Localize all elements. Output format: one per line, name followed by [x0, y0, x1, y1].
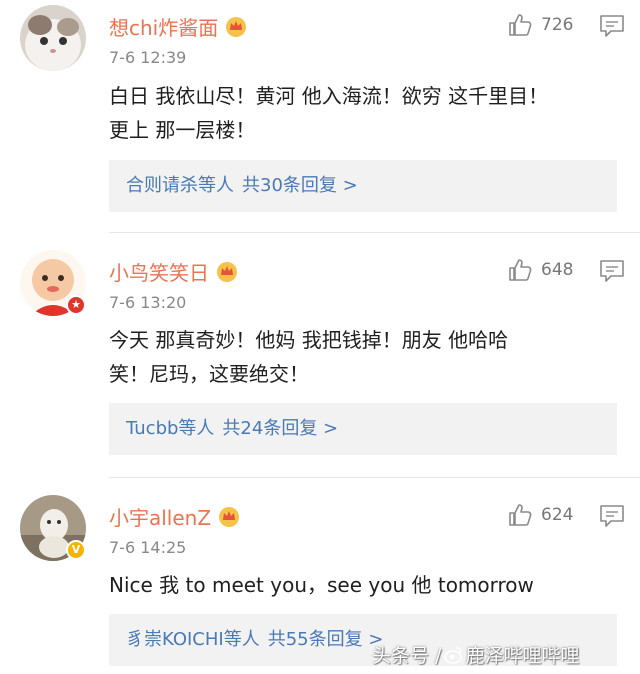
reply-comment-icon[interactable] [599, 504, 625, 528]
comment-item: 想chi炸酱面 7-6 12:39 726 白日 我依山尽！黄河 他入海流！欲穷… [0, 0, 640, 232]
watermark: 头条号 / 鹿泽哔哩哔哩 [372, 645, 580, 667]
like-count: 726 [541, 15, 574, 35]
vip-crown-icon [219, 507, 240, 527]
vip-crown-icon [217, 262, 237, 282]
like-button[interactable]: 648 [507, 257, 573, 283]
weibo-logo-icon [444, 647, 463, 664]
comment-time: 7-6 13:20 [109, 293, 187, 312]
reply-count-link[interactable]: 共24条回复 > [222, 418, 338, 439]
username[interactable]: 小宇allenZ [109, 502, 241, 531]
username[interactable]: 小鸟笑笑日 [109, 257, 239, 286]
like-button[interactable]: 624 [507, 502, 573, 528]
reply-count-link[interactable]: 共55条回复 > [268, 629, 384, 650]
thumbs-up-icon [509, 504, 532, 526]
reply-user-names[interactable]: 合则请杀等人 [126, 175, 234, 196]
vip-crown-icon [226, 17, 247, 37]
comment-item: ★ 小鸟笑笑日 7-6 13:20 648 今天 那真奇妙！他妈 我把钱掉！朋友… [0, 245, 640, 477]
divider [109, 232, 640, 233]
thumbs-up-icon [509, 259, 532, 281]
verified-badge-icon: V [66, 540, 86, 560]
like-button[interactable]: 726 [507, 12, 573, 38]
reply-count-link[interactable]: 共30条回复 > [242, 175, 358, 196]
divider [109, 477, 640, 478]
reply-summary[interactable]: Tucbb等人 共24条回复 > [109, 403, 617, 455]
reply-summary[interactable]: 合则请杀等人 共30条回复 > [109, 160, 617, 212]
like-count: 624 [541, 505, 574, 525]
reply-comment-icon[interactable] [599, 259, 625, 283]
username[interactable]: 想chi炸酱面 [109, 12, 248, 41]
reply-user-names[interactable]: Tucbb等人 [126, 418, 214, 439]
comment-time: 7-6 12:39 [109, 48, 187, 67]
comment-text: 今天 那真奇妙！他妈 我把钱掉！朋友 他哈哈 笑！尼玛，这要绝交！ [109, 328, 509, 386]
reply-user-names[interactable]: 豸崇KOICHI等人 [126, 629, 260, 650]
avatar[interactable] [20, 5, 86, 71]
comment-text: 白日 我依山尽！黄河 他入海流！欲穷 这千里目！ 更上 那一层楼！ [109, 84, 549, 142]
reply-comment-icon[interactable] [599, 14, 625, 38]
cat-avatar-icon [20, 5, 86, 71]
like-count: 648 [541, 260, 574, 280]
thumbs-up-icon [509, 14, 532, 36]
comment-text: Nice 我 to meet you，see you 他 tomorrow [109, 573, 534, 597]
comment-time: 7-6 14:25 [109, 538, 187, 557]
verified-badge-icon: ★ [66, 295, 86, 315]
